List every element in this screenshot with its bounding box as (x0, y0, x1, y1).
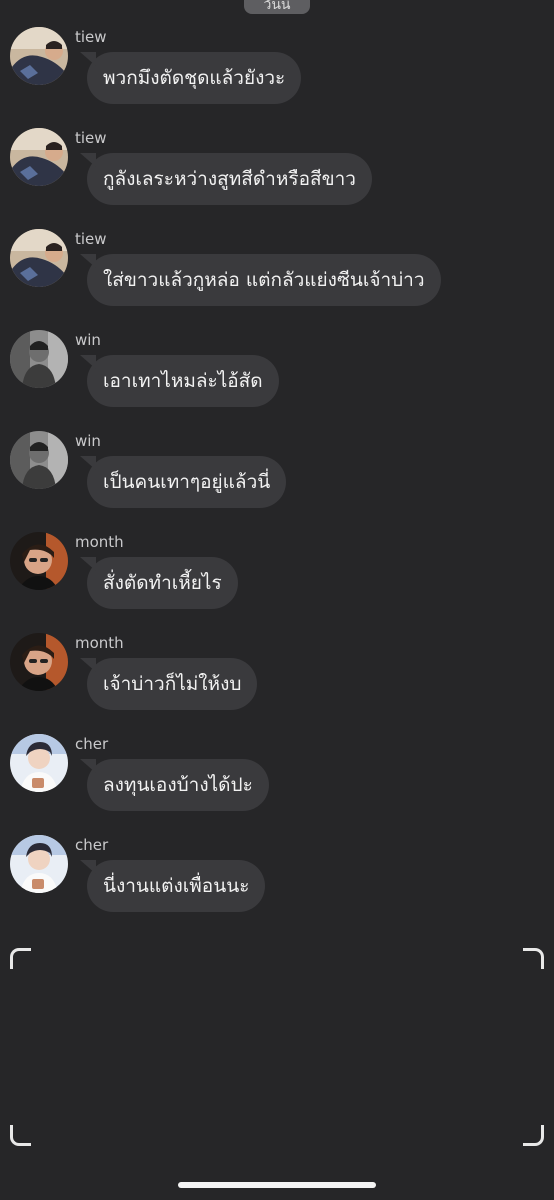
message-row: tiew ใส่ขาวแล้วกูหล่อ แต่กลัวแย่งซีนเจ้า… (0, 229, 554, 330)
avatar[interactable] (10, 330, 68, 388)
message-row: tiew กูลังเลระหว่างสูทสีดำหรือสีขาว (0, 128, 554, 229)
message-bubble[interactable]: เป็นคนเทาๆอยู่แล้วนี่ (87, 456, 287, 508)
frame-corner-bottom-left (10, 1125, 31, 1146)
avatar[interactable] (10, 128, 68, 186)
date-pill: วันนี้ (244, 0, 310, 14)
frame-corner-top-left (10, 948, 31, 969)
sender-name: win (75, 432, 101, 450)
sender-name: tiew (75, 129, 107, 147)
sender-name: cher (75, 836, 109, 854)
message-bubble[interactable]: สั่งตัดทำเหี้ยไร (87, 557, 238, 609)
message-bubble[interactable]: พวกมึงตัดชุดแล้วยังวะ (87, 52, 302, 104)
sender-name: month (75, 634, 124, 652)
sender-name: win (75, 331, 101, 349)
avatar[interactable] (10, 835, 68, 893)
message-row: month สั่งตัดทำเหี้ยไร (0, 532, 554, 633)
avatar[interactable] (10, 27, 68, 85)
message-list: tiew พวกมึงตัดชุดแล้วยังวะ tiew กูลังเลร… (0, 27, 554, 936)
frame-corner-top-right (523, 948, 544, 969)
sender-name: month (75, 533, 124, 551)
message-row: win เอาเทาไหมล่ะไอ้สัด (0, 330, 554, 431)
message-row: month เจ้าบ่าวก็ไม่ให้งบ (0, 633, 554, 734)
message-bubble[interactable]: เจ้าบ่าวก็ไม่ให้งบ (87, 658, 258, 710)
message-row: win เป็นคนเทาๆอยู่แล้วนี่ (0, 431, 554, 532)
message-bubble[interactable]: นี่งานแต่งเพื่อนนะ (87, 860, 266, 912)
message-row: cher นี่งานแต่งเพื่อนนะ (0, 835, 554, 936)
sender-name: tiew (75, 230, 107, 248)
capture-frame (10, 948, 544, 1146)
home-indicator[interactable] (178, 1182, 376, 1188)
message-bubble[interactable]: ลงทุนเองบ้างได้ปะ (87, 759, 269, 811)
avatar[interactable] (10, 229, 68, 287)
sender-name: tiew (75, 28, 107, 46)
avatar[interactable] (10, 431, 68, 489)
sender-name: cher (75, 735, 109, 753)
avatar[interactable] (10, 633, 68, 691)
avatar[interactable] (10, 734, 68, 792)
message-bubble[interactable]: กูลังเลระหว่างสูทสีดำหรือสีขาว (87, 153, 372, 205)
frame-corner-bottom-right (523, 1125, 544, 1146)
message-bubble[interactable]: ใส่ขาวแล้วกูหล่อ แต่กลัวแย่งซีนเจ้าบ่าว (87, 254, 441, 306)
message-bubble[interactable]: เอาเทาไหมล่ะไอ้สัด (87, 355, 279, 407)
avatar[interactable] (10, 532, 68, 590)
message-row: cher ลงทุนเองบ้างได้ปะ (0, 734, 554, 835)
message-row: tiew พวกมึงตัดชุดแล้วยังวะ (0, 27, 554, 128)
